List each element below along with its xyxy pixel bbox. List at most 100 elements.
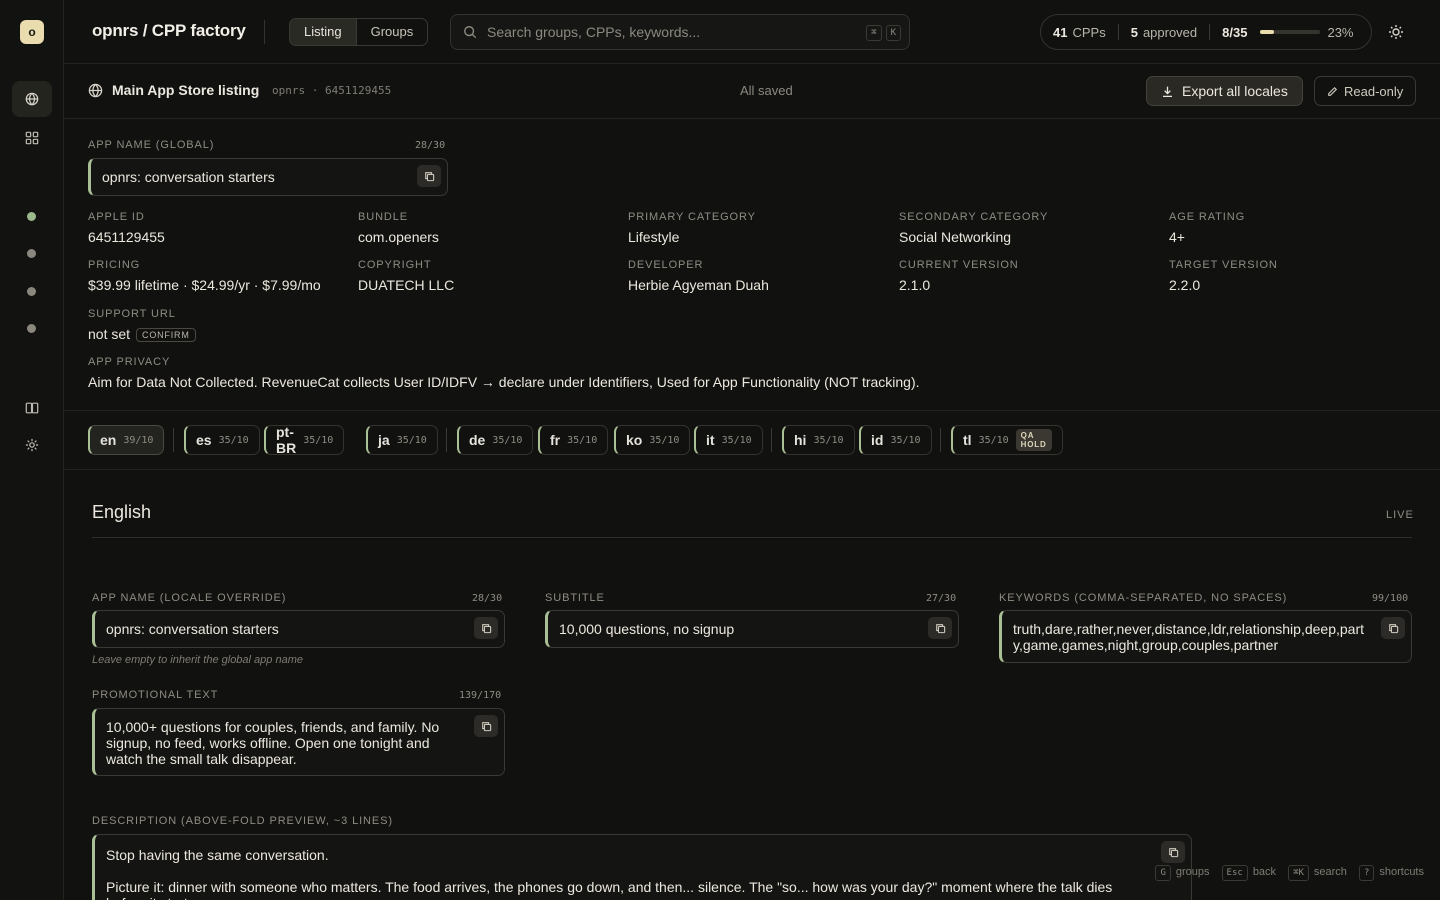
- info-label: TARGET VERSION: [1169, 259, 1278, 271]
- copy-icon: [481, 721, 491, 731]
- global-app-name-label: APP NAME (GLOBAL): [88, 139, 215, 151]
- locale-app-name-field[interactable]: opnrs: conversation starters: [92, 610, 505, 648]
- global-app-name-counter: 28/30: [415, 140, 446, 151]
- locale-chip-de[interactable]: de 35/10: [457, 425, 534, 455]
- subtitle-field[interactable]: 10,000 questions, no signup: [545, 610, 959, 648]
- export-label: Export all locales: [1182, 83, 1288, 99]
- locale-chip-id[interactable]: id 35/10: [859, 425, 932, 455]
- info-label: APPLE ID: [88, 211, 145, 223]
- locale-code: pt-BR: [276, 424, 297, 456]
- locale-chip-en[interactable]: en 39/10: [88, 425, 165, 455]
- locale-count: 35/10: [721, 434, 752, 446]
- status-dot[interactable]: [27, 249, 36, 258]
- hint-label: search: [1313, 866, 1347, 878]
- divider: [940, 428, 941, 452]
- copy-button[interactable]: [1161, 841, 1185, 863]
- description-field[interactable]: Stop having the same conversation. Pictu…: [92, 834, 1192, 900]
- info-value: 4+: [1169, 229, 1185, 245]
- confirm-badge[interactable]: CONFIRM: [136, 328, 196, 342]
- stats-pill[interactable]: 41 CPPs 5 approved 8/35 23%: [1040, 14, 1372, 50]
- locale-chip-it[interactable]: it 35/10: [694, 425, 763, 455]
- locale-chip-pt-br[interactable]: pt-BR 35/10: [264, 424, 345, 456]
- status-dot[interactable]: [27, 324, 36, 333]
- locale-count: 35/10: [567, 434, 598, 446]
- locale-chip-fr[interactable]: fr 35/10: [538, 425, 609, 455]
- info-apple-id: APPLE ID 6451129455: [88, 211, 165, 245]
- left-rail: o: [0, 0, 64, 900]
- keywords-field[interactable]: truth,dare,rather,never,distance,ldr,rel…: [999, 610, 1412, 663]
- listing-header: Main App Store listing opnrs · 645112945…: [64, 64, 1440, 119]
- copy-button[interactable]: [1381, 617, 1405, 639]
- keywords-label: KEYWORDS (COMMA-SEPARATED, NO SPACES): [999, 592, 1288, 604]
- status-dot-green[interactable]: [27, 212, 36, 221]
- tab-groups[interactable]: Groups: [357, 19, 428, 45]
- theme-toggle[interactable]: [1388, 24, 1404, 43]
- kbd-key: K: [885, 25, 901, 41]
- info-label: PRICING: [88, 259, 141, 271]
- info-label: AGE RATING: [1169, 211, 1246, 223]
- locale-chip-tl[interactable]: tl 35/10 QA HOLD: [951, 425, 1063, 455]
- locale-status-badge: LIVE: [1386, 509, 1414, 521]
- status-dot[interactable]: [27, 287, 36, 296]
- info-value: 6451129455: [88, 229, 165, 245]
- hint-item: Esc back: [1221, 865, 1276, 881]
- tab-listing[interactable]: Listing: [290, 19, 357, 45]
- info-copyright: COPYRIGHT DUATECH LLC: [358, 259, 454, 293]
- search-placeholder: Search groups, CPPs, keywords...: [487, 24, 701, 40]
- read-only-button[interactable]: Read-only: [1314, 76, 1417, 106]
- app-logo[interactable]: o: [20, 20, 44, 44]
- info-support-url: SUPPORT URL not set CONFIRM: [88, 308, 196, 342]
- nav-listing-button[interactable]: [12, 81, 52, 117]
- kbd-key: G: [1155, 865, 1171, 881]
- kbd-key: ?: [1358, 865, 1375, 881]
- copy-button[interactable]: [474, 617, 498, 639]
- locale-code: ja: [378, 432, 390, 448]
- divider: [1209, 24, 1211, 40]
- view-switcher: Listing Groups: [289, 18, 429, 46]
- approved-count: 5: [1130, 24, 1138, 40]
- support-url-value: not set: [88, 326, 131, 342]
- locale-count: 35/10: [649, 434, 680, 446]
- promo-counter: 139/170: [459, 690, 502, 701]
- approved-label: approved: [1142, 24, 1198, 40]
- locale-count: 35/10: [978, 434, 1009, 446]
- search-shortcut: ⌘ K: [866, 25, 901, 41]
- search-input[interactable]: Search groups, CPPs, keywords... ⌘ K: [450, 14, 910, 50]
- global-app-name-field[interactable]: opnrs: conversation starters: [88, 158, 448, 196]
- keywords-counter: 99/100: [1372, 593, 1409, 604]
- copy-icon: [1388, 623, 1398, 633]
- copy-button[interactable]: [474, 715, 498, 737]
- locale-code: de: [469, 432, 486, 448]
- info-label: COPYRIGHT: [358, 259, 432, 271]
- info-developer: DEVELOPER Herbie Agyeman Duah: [628, 259, 769, 293]
- cpps-count: 41: [1053, 24, 1068, 40]
- info-target-version: TARGET VERSION 2.2.0: [1169, 259, 1278, 293]
- locale-chip-ko[interactable]: ko 35/10: [614, 425, 691, 455]
- divider: [92, 537, 1412, 538]
- copy-icon: [481, 623, 491, 633]
- promo-text-field[interactable]: 10,000+ questions for couples, friends, …: [92, 708, 505, 776]
- divider: [771, 428, 772, 452]
- download-icon: [1163, 86, 1172, 97]
- copy-button[interactable]: [928, 617, 952, 639]
- hint-label: groups: [1175, 866, 1210, 878]
- description-label: DESCRIPTION (ABOVE-FOLD PREVIEW, ~3 LINE…: [92, 815, 393, 827]
- hint-item: ⌘K search: [1288, 865, 1347, 881]
- docs-button[interactable]: [12, 390, 52, 426]
- locale-code: ko: [626, 432, 643, 448]
- copy-button[interactable]: [417, 165, 441, 187]
- brand-title[interactable]: opnrs / CPP factory: [92, 21, 246, 41]
- locale-count: 39/10: [123, 434, 154, 446]
- locale-chip-ja[interactable]: ja 35/10: [366, 425, 438, 455]
- info-bundle: BUNDLE com.openers: [358, 211, 439, 245]
- progress-percent: 23%: [1327, 24, 1354, 40]
- settings-button[interactable]: [12, 427, 52, 463]
- grid-icon: [25, 131, 39, 145]
- nav-groups-button[interactable]: [12, 120, 52, 156]
- info-age-rating: AGE RATING 4+: [1169, 211, 1245, 245]
- export-all-locales-button[interactable]: Export all locales: [1146, 76, 1303, 106]
- kbd-key: Esc: [1221, 865, 1248, 881]
- keywords-value: truth,dare,rather,never,distance,ldr,rel…: [1013, 621, 1364, 653]
- locale-chip-hi[interactable]: hi 35/10: [782, 425, 855, 455]
- locale-chip-es[interactable]: es 35/10: [184, 425, 260, 455]
